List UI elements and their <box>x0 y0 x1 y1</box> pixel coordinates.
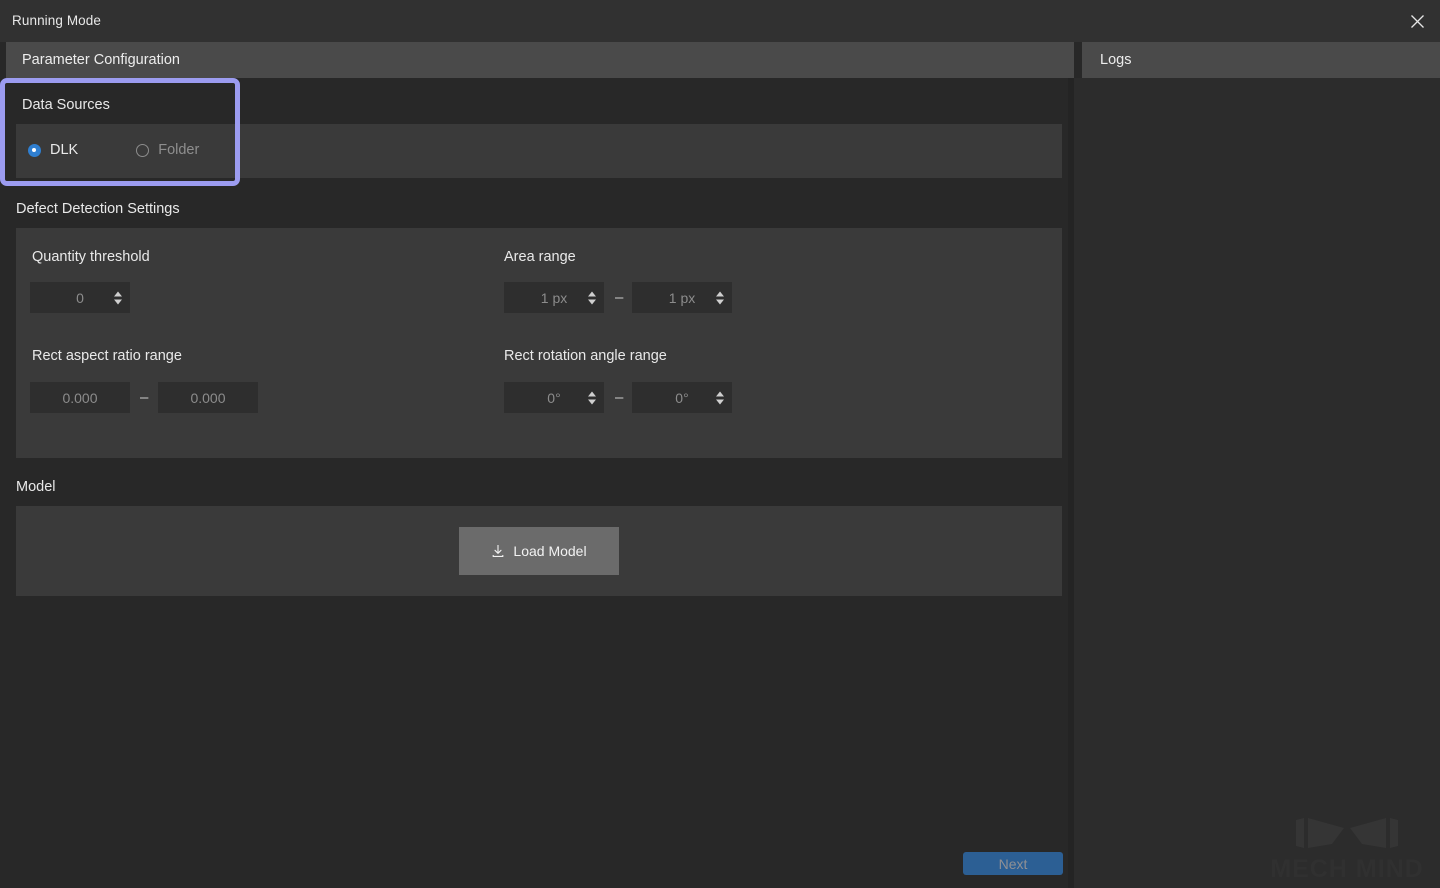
rect-aspect-ratio-max-input[interactable]: 0.000 <box>158 382 258 413</box>
area-range-min-input[interactable]: 1 px <box>504 282 604 313</box>
load-model-button[interactable]: Load Model <box>459 527 619 575</box>
radio-dlk-indicator <box>28 143 41 157</box>
rect-rotation-angle-min-input[interactable]: 0° <box>504 382 604 413</box>
model-heading: Model <box>16 479 56 495</box>
title-bar: Running Mode <box>0 0 1440 42</box>
defect-detection-heading: Defect Detection Settings <box>16 201 180 217</box>
rect-rotation-angle-max-input[interactable]: 0° <box>632 382 732 413</box>
area-range-min-value: 1 px <box>540 289 568 306</box>
quantity-threshold-input[interactable]: 0 <box>30 282 130 313</box>
window-title: Running Mode <box>12 13 102 28</box>
quantity-threshold-label: Quantity threshold <box>32 249 150 265</box>
tab-logs[interactable]: Logs <box>1082 42 1440 78</box>
tab-logs-label: Logs <box>1100 52 1132 68</box>
rect-rotation-angle-max-value: 0° <box>675 389 689 406</box>
rect-aspect-ratio-min-value: 0.000 <box>62 389 98 406</box>
data-sources-heading: Data Sources <box>22 97 110 113</box>
model-header: Model <box>16 468 1062 506</box>
radio-folder[interactable]: Folder <box>136 142 199 158</box>
radio-dlk-label: DLK <box>50 142 79 158</box>
rect-rotation-angle-separator: – <box>615 389 624 406</box>
next-button-label: Next <box>998 855 1028 872</box>
tab-parameter-configuration[interactable]: Parameter Configuration <box>6 42 1074 78</box>
radio-folder-label: Folder <box>158 142 200 158</box>
area-range-max-input[interactable]: 1 px <box>632 282 732 313</box>
area-range-max-value: 1 px <box>668 289 696 306</box>
area-range-min-stepper[interactable] <box>588 291 596 304</box>
rect-rotation-angle-max-stepper[interactable] <box>716 391 724 404</box>
quantity-threshold-value: 0 <box>76 289 84 306</box>
quantity-threshold-stepper[interactable] <box>114 291 122 304</box>
next-button[interactable]: Next <box>963 852 1063 875</box>
radio-folder-indicator <box>136 143 150 157</box>
download-icon <box>491 544 505 558</box>
area-range-separator: – <box>615 289 624 306</box>
close-icon[interactable] <box>1394 0 1440 42</box>
logs-panel <box>1074 78 1440 888</box>
rect-rotation-angle-min-stepper[interactable] <box>588 391 596 404</box>
rect-aspect-ratio-range-label: Rect aspect ratio range <box>32 348 182 364</box>
radio-dlk[interactable]: DLK <box>28 142 78 158</box>
rect-aspect-ratio-min-input[interactable]: 0.000 <box>30 382 130 413</box>
area-range-max-stepper[interactable] <box>716 291 724 304</box>
rect-rotation-angle-range-label: Rect rotation angle range <box>504 348 667 364</box>
rect-rotation-angle-min-value: 0° <box>547 389 561 406</box>
defect-detection-header: Defect Detection Settings <box>16 190 1062 228</box>
data-sources-header: Data Sources <box>16 86 1062 124</box>
rect-aspect-ratio-separator: – <box>140 389 149 406</box>
load-model-label: Load Model <box>513 543 587 559</box>
area-range-label: Area range <box>504 249 576 265</box>
app-window: Running Mode Parameter Configuration Log… <box>0 0 1440 888</box>
rect-aspect-ratio-max-value: 0.000 <box>190 389 226 406</box>
tab-parameter-configuration-label: Parameter Configuration <box>22 52 180 68</box>
data-sources-radio-group: DLK Folder <box>28 142 199 158</box>
